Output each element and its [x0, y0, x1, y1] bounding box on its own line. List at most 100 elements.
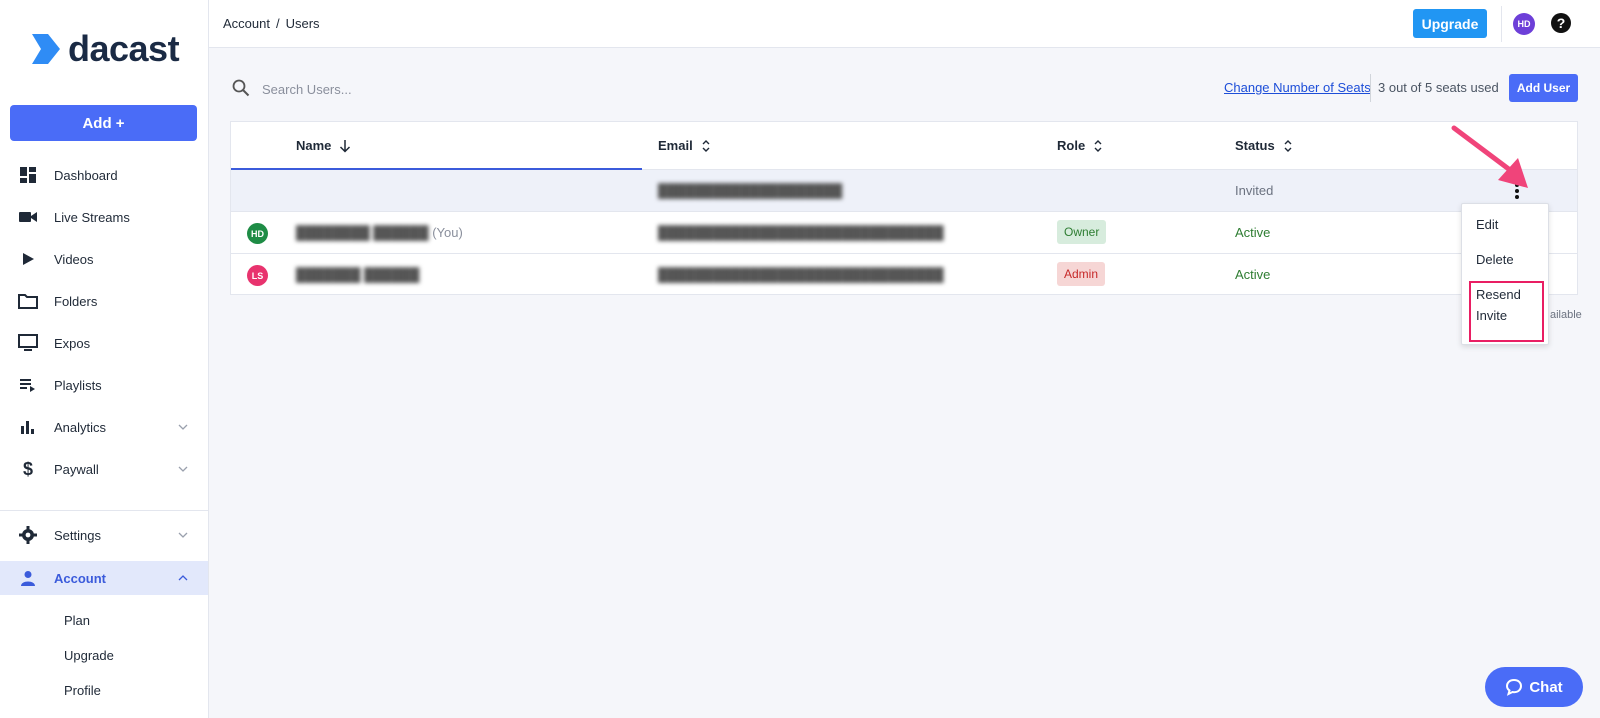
table-header: Name Email Role Status: [231, 122, 1577, 170]
breadcrumb-account[interactable]: Account: [223, 16, 270, 31]
chevron-down-icon: [178, 424, 188, 430]
users-table: Name Email Role Status █████████████████…: [230, 121, 1578, 295]
menu-item-delete[interactable]: Delete: [1476, 249, 1514, 270]
bar-chart-icon: [18, 417, 38, 437]
sidebar-item-analytics[interactable]: Analytics: [0, 410, 208, 444]
row-actions-menu: Edit Delete Resend Invite: [1461, 203, 1549, 345]
sidebar-subitem-upgrade[interactable]: Upgrade: [64, 648, 114, 663]
chat-button[interactable]: Chat: [1485, 667, 1583, 707]
sidebar-item-paywall[interactable]: $ Paywall: [0, 452, 208, 486]
table-row[interactable]: HD ████████ ██████ (You) ███████████████…: [231, 212, 1577, 254]
sidebar-divider: [0, 510, 208, 511]
avatar: LS: [247, 265, 268, 286]
status-cell: Invited: [1235, 183, 1274, 198]
sidebar-item-label: Analytics: [54, 419, 107, 435]
user-name: ████████ ██████: [296, 225, 429, 240]
sidebar-item-label: Settings: [54, 527, 101, 543]
status-cell: Active: [1235, 267, 1271, 282]
table-row[interactable]: ████████████████████ Invited: [231, 170, 1577, 212]
gear-icon: [18, 525, 38, 545]
change-number-of-seats-link[interactable]: Change Number of Seats: [1224, 80, 1371, 95]
toolbar-divider: [1370, 74, 1371, 102]
dashboard-icon: [18, 165, 38, 185]
column-label: Role: [1057, 138, 1086, 153]
video-camera-icon: [18, 207, 38, 227]
email-cell: ███████████████████████████████: [658, 225, 944, 240]
column-label: Email: [658, 138, 693, 153]
top-bar: Account / Users Upgrade HD ?: [209, 0, 1600, 48]
column-header-status[interactable]: Status: [1235, 138, 1293, 153]
column-header-role[interactable]: Role: [1057, 138, 1103, 153]
sidebar-item-label: Videos: [54, 251, 94, 267]
resend-line-1: Resend: [1476, 287, 1521, 302]
sidebar-item-settings[interactable]: Settings: [0, 518, 208, 552]
avatar: HD: [247, 223, 268, 244]
dacast-logo-icon: [32, 34, 60, 64]
column-label: Status: [1235, 138, 1275, 153]
menu-item-resend-invite[interactable]: Resend Invite: [1476, 284, 1521, 326]
sidebar-item-videos[interactable]: Videos: [0, 242, 208, 276]
breadcrumb: Account / Users: [223, 16, 320, 31]
user-name: ███████ ██████: [296, 267, 420, 282]
name-cell: ████████ ██████ (You): [296, 225, 463, 240]
breadcrumb-separator: /: [275, 16, 280, 31]
sidebar-item-label: Playlists: [54, 377, 102, 393]
you-label: (You): [432, 225, 463, 240]
upgrade-button[interactable]: Upgrade: [1413, 9, 1487, 38]
search-input[interactable]: [262, 78, 562, 100]
monitor-icon: [18, 333, 38, 353]
dollar-icon: $: [22, 458, 33, 479]
sidebar-item-label: Live Streams: [54, 209, 130, 225]
play-icon: [18, 249, 38, 269]
user-icon: [18, 568, 38, 588]
sort-icon: [1094, 139, 1102, 152]
folder-icon: [18, 291, 38, 311]
add-button[interactable]: Add +: [10, 105, 197, 141]
chat-label: Chat: [1529, 678, 1563, 696]
sidebar-item-label: Folders: [54, 293, 98, 309]
search-icon: [232, 79, 250, 97]
help-icon[interactable]: ?: [1551, 13, 1571, 33]
table-row[interactable]: LS ███████ ██████ ██████████████████████…: [231, 254, 1577, 296]
chevron-up-icon: [178, 575, 188, 581]
dacast-logo[interactable]: dacast: [30, 28, 180, 70]
sidebar-item-live-streams[interactable]: Live Streams: [0, 200, 208, 234]
sort-icon: [1284, 139, 1292, 152]
sidebar-item-folders[interactable]: Folders: [0, 284, 208, 318]
menu-item-edit[interactable]: Edit: [1476, 214, 1498, 235]
chevron-down-icon: [178, 532, 188, 538]
available-text: ailable: [1550, 309, 1582, 321]
sidebar-item-playlists[interactable]: Playlists: [0, 368, 208, 402]
role-badge-admin: Admin: [1057, 262, 1106, 286]
column-header-name[interactable]: Name: [296, 138, 351, 153]
sidebar-item-label: Paywall: [54, 461, 99, 477]
email-cell: ████████████████████: [658, 183, 843, 198]
chevron-down-icon: [178, 466, 188, 472]
header-divider: [1501, 6, 1502, 42]
sort-down-icon: [340, 139, 351, 153]
playlist-icon: [18, 375, 38, 395]
column-header-email[interactable]: Email: [658, 138, 711, 153]
sidebar: dacast Add + Dashboard Live Streams Vide…: [0, 0, 209, 718]
sidebar-item-account[interactable]: Account: [0, 561, 208, 595]
breadcrumb-users: Users: [285, 16, 320, 31]
resend-line-2: Invite: [1476, 308, 1508, 323]
add-user-button[interactable]: Add User: [1509, 74, 1578, 102]
role-badge-owner: Owner: [1057, 220, 1107, 244]
email-cell: ███████████████████████████████: [658, 267, 944, 282]
sidebar-subitem-plan[interactable]: Plan: [64, 613, 90, 628]
sidebar-subitem-profile[interactable]: Profile: [64, 683, 101, 698]
user-avatar[interactable]: HD: [1513, 13, 1535, 35]
seats-used-text: 3 out of 5 seats used: [1378, 80, 1499, 95]
column-label: Name: [296, 138, 332, 153]
sidebar-item-dashboard[interactable]: Dashboard: [0, 158, 208, 192]
sidebar-item-label: Expos: [54, 335, 91, 351]
sidebar-item-label: Dashboard: [54, 167, 118, 183]
logo-text: dacast: [68, 28, 180, 69]
status-cell: Active: [1235, 225, 1271, 240]
annotation-arrow-icon: [1451, 125, 1528, 188]
sidebar-item-expos[interactable]: Expos: [0, 326, 208, 360]
sort-icon: [702, 139, 710, 152]
chat-bubble-icon: [1506, 678, 1523, 696]
sidebar-item-label: Account: [54, 570, 106, 586]
